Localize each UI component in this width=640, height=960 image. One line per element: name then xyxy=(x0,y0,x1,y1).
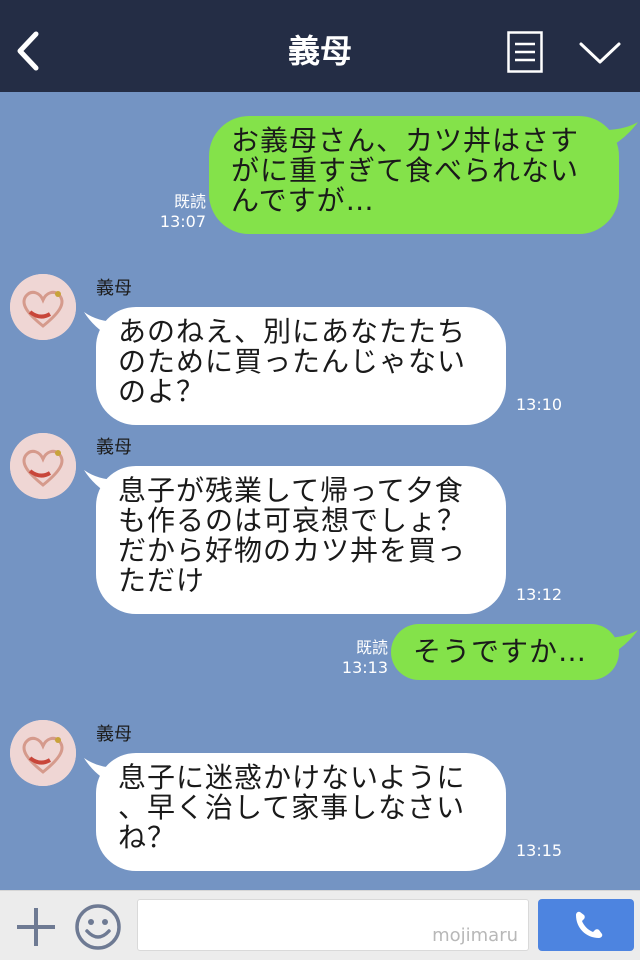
read-receipt: 既読 xyxy=(173,192,206,211)
sender-name: 義母 xyxy=(96,437,132,458)
message-meta: 既読 13:07 xyxy=(150,192,206,232)
call-button[interactable] xyxy=(538,899,634,951)
watermark: mojimaru xyxy=(432,925,518,946)
chat-header: 義母 xyxy=(0,0,640,92)
message-bubble-incoming[interactable]: 息子に迷惑かけないように 、早く治して家事しなさい ね？ xyxy=(96,753,506,871)
sender-name: 義母 xyxy=(96,278,132,299)
message-input[interactable]: mojimaru xyxy=(137,899,529,951)
avatar-image xyxy=(10,720,76,786)
add-attachment-button[interactable] xyxy=(14,905,58,949)
avatar-image xyxy=(10,274,76,340)
message-bubble-outgoing[interactable]: そうですか… xyxy=(391,624,619,680)
plus-icon xyxy=(17,908,55,946)
avatar[interactable] xyxy=(10,274,76,340)
menu-button[interactable] xyxy=(507,31,543,73)
smiley-icon xyxy=(75,904,121,950)
list-menu-icon xyxy=(507,31,543,73)
avatar[interactable] xyxy=(10,720,76,786)
avatar[interactable] xyxy=(10,433,76,499)
chat-area[interactable]: 既読 13:07 お義母さん、カツ丼はさす がに重すぎて食べられない んですが…… xyxy=(0,92,640,890)
message-bubble-incoming[interactable]: あのねえ、別にあなたたち のために買ったんじゃない のよ？ xyxy=(96,307,506,425)
phone-icon xyxy=(576,911,603,938)
message-time: 13:13 xyxy=(341,658,388,677)
message-bubble-outgoing[interactable]: お義母さん、カツ丼はさす がに重すぎて食べられない んですが… xyxy=(209,116,619,234)
chevron-down-icon xyxy=(579,42,621,64)
message-meta: 既読 13:13 xyxy=(332,638,388,678)
emoji-button[interactable] xyxy=(74,903,122,951)
message-bubble-incoming[interactable]: 息子が残業して帰って夕食 も作るのは可哀想でしょ？ だから好物のカツ丼を買っ た… xyxy=(96,466,506,614)
message-time: 13:15 xyxy=(516,841,563,860)
avatar-image xyxy=(10,433,76,499)
message-time: 13:12 xyxy=(516,585,563,604)
collapse-button[interactable] xyxy=(578,38,622,68)
message-time: 13:10 xyxy=(516,395,563,414)
message-time: 13:07 xyxy=(159,212,206,231)
read-receipt: 既読 xyxy=(355,638,388,657)
chat-title: 義母 xyxy=(287,32,352,70)
sender-name: 義母 xyxy=(96,724,132,745)
input-bar: mojimaru xyxy=(0,890,640,960)
